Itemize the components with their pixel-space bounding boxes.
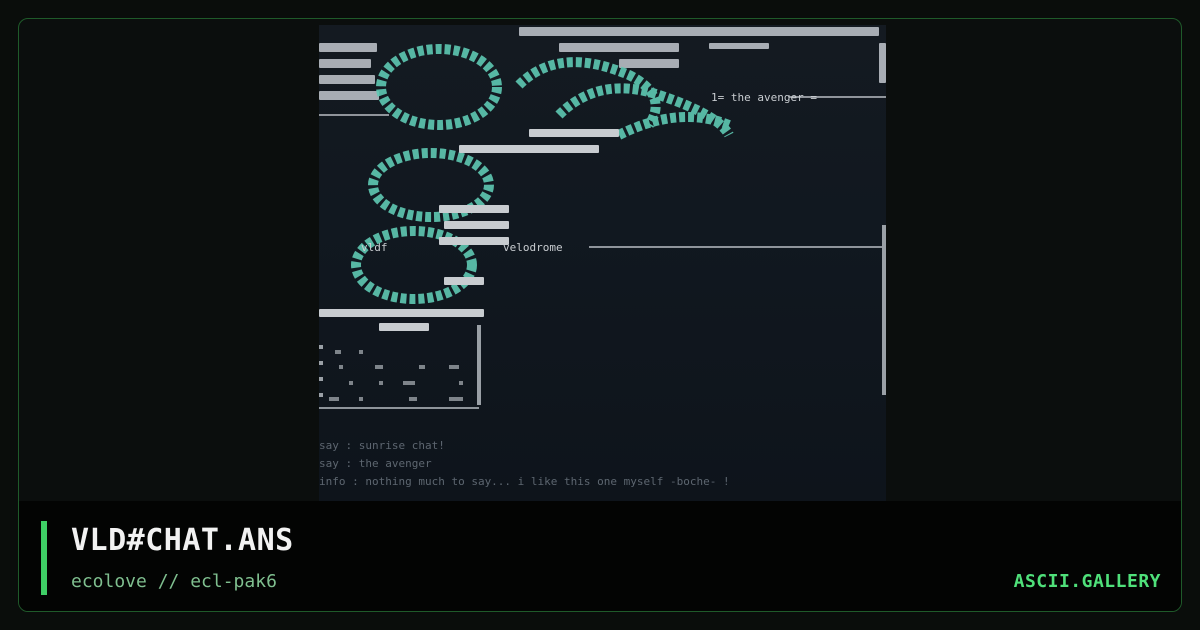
art-line-vldf: vldf — [361, 241, 388, 254]
artwork-title: VLD#CHAT.ANS — [71, 523, 294, 558]
art-line-say-2: say : the avenger — [319, 457, 432, 470]
art-line-velodrome: velodrome — [503, 241, 563, 254]
art-line-info: info : nothing much to say... i like thi… — [319, 475, 730, 488]
preview-card: 1= the avenger = vldf velodrome say : su… — [18, 18, 1182, 612]
site-brand[interactable]: ASCII.GALLERY — [1014, 571, 1161, 592]
artwork-subtitle: ecolove // ecl-pak6 — [71, 571, 277, 592]
art-line-avenger: 1= the avenger = — [711, 91, 817, 104]
art-line-say-1: say : sunrise chat! — [319, 439, 445, 452]
ansi-artwork: 1= the avenger = vldf velodrome say : su… — [319, 25, 886, 501]
accent-bar — [41, 521, 47, 595]
caption-bar: VLD#CHAT.ANS ecolove // ecl-pak6 ASCII.G… — [19, 501, 1181, 611]
ansi-art-canvas: 1= the avenger = vldf velodrome say : su… — [319, 27, 886, 488]
